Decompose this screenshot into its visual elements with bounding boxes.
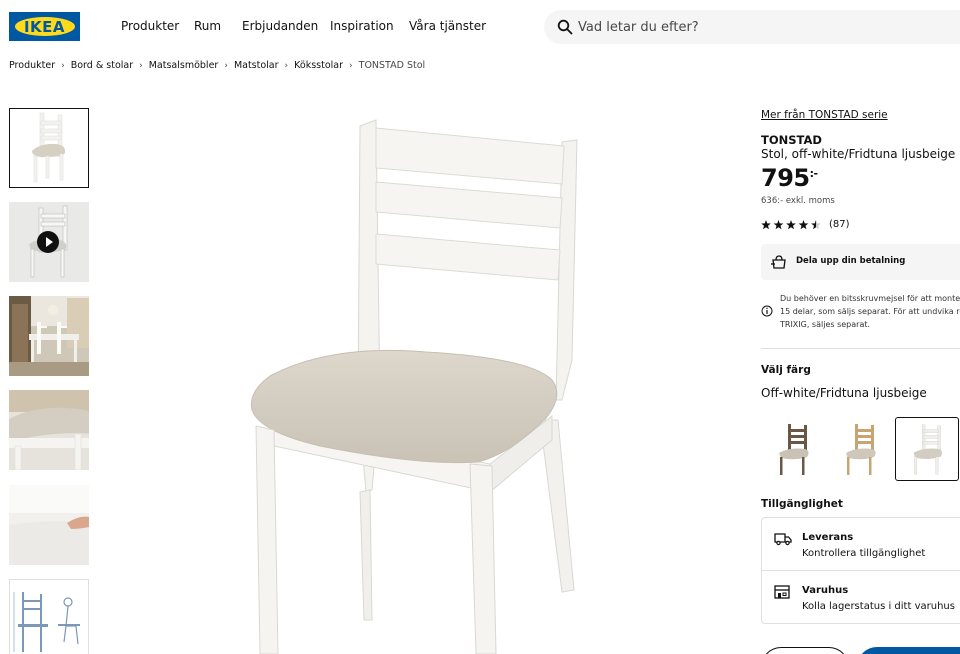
delivery-row[interactable]: Leverans Kontrollera tillgänglighet bbox=[762, 518, 960, 568]
breadcrumb-item[interactable]: Produkter bbox=[9, 60, 55, 71]
delivery-subtitle[interactable]: Kontrollera tillgänglighet bbox=[802, 548, 925, 559]
chevron-right-icon: › bbox=[284, 60, 289, 71]
thumbnail-seat-closeup[interactable] bbox=[9, 390, 89, 470]
chevron-right-icon: › bbox=[139, 60, 143, 71]
chair-off-white-swatch-image bbox=[913, 424, 943, 475]
nav-inspiration[interactable]: Inspiration bbox=[330, 19, 394, 33]
thumbnail-dimensions[interactable] bbox=[9, 579, 89, 654]
play-triangle bbox=[46, 237, 53, 247]
availability-box: Leverans Kontrollera tillgänglighet Varu… bbox=[761, 517, 960, 624]
color-swatch-off-white[interactable] bbox=[895, 417, 959, 481]
product-name: TONSTAD bbox=[761, 133, 822, 147]
thumbnail-chair-front[interactable] bbox=[9, 108, 89, 188]
breadcrumb-current: TONSTAD Stol bbox=[358, 60, 426, 71]
logo-oval: IKEA bbox=[14, 17, 75, 36]
main-product-image[interactable] bbox=[200, 100, 720, 654]
payment-split-label: Dela upp din betalning bbox=[796, 256, 906, 266]
dining-room-image bbox=[9, 296, 89, 376]
nav-vara-tjanster[interactable]: Våra tjänster bbox=[409, 19, 486, 33]
breadcrumb-item[interactable]: Bord & stolar bbox=[71, 60, 133, 71]
secondary-button[interactable] bbox=[761, 647, 849, 654]
color-label: Välj färg bbox=[761, 364, 811, 376]
logo-text: IKEA bbox=[23, 17, 66, 36]
breadcrumb-item[interactable]: Matsalsmöbler bbox=[149, 60, 219, 71]
play-icon[interactable] bbox=[37, 231, 59, 253]
foam-closeup-image bbox=[9, 485, 89, 565]
availability-label: Tillgänglighet bbox=[761, 498, 843, 510]
price-suffix: :- bbox=[809, 167, 818, 180]
payment-split-box[interactable]: Dela upp din betalning bbox=[761, 244, 960, 280]
product-description: Stol, off-white/Fridtuna ljusbeige bbox=[761, 147, 956, 161]
chair-image bbox=[250, 119, 578, 654]
divider bbox=[761, 348, 960, 349]
chevron-right-icon: › bbox=[224, 60, 228, 71]
color-swatch-brown[interactable] bbox=[761, 417, 825, 481]
store-subtitle[interactable]: Kolla lagerstatus i ditt varuhus bbox=[802, 601, 955, 612]
add-to-cart-button[interactable] bbox=[857, 647, 960, 654]
shopping-bag-icon bbox=[771, 255, 786, 269]
site-header: IKEA Produkter Rum Erbjudanden Inspirati… bbox=[0, 0, 960, 52]
rating[interactable]: (87) bbox=[761, 219, 850, 230]
color-value: Off-white/Fridtuna ljusbeige bbox=[761, 386, 927, 400]
assembly-info-text: Du behöver en bitsskruvmejsel för att mo… bbox=[780, 292, 960, 331]
star-rating bbox=[761, 219, 821, 230]
breadcrumb-item[interactable]: Köksstolar bbox=[294, 60, 343, 71]
chair-oak-swatch-image bbox=[846, 424, 876, 475]
info-line: 15 delar, som säljs separat. För att und… bbox=[780, 307, 960, 316]
price-value: 795 bbox=[761, 164, 810, 192]
nav-produkter[interactable]: Produkter bbox=[121, 19, 179, 33]
dimensions-drawing-image bbox=[10, 580, 88, 654]
delivery-title: Leverans bbox=[802, 532, 854, 543]
chevron-right-icon: › bbox=[61, 60, 65, 71]
seat-closeup-image bbox=[9, 390, 89, 470]
truck-icon bbox=[774, 533, 792, 546]
chevron-right-icon: › bbox=[349, 60, 353, 71]
breadcrumb-item[interactable]: Matstolar bbox=[234, 60, 279, 71]
thumbnail-foam-closeup[interactable] bbox=[9, 485, 89, 565]
info-line: TRIXIG, säljes separat. bbox=[780, 320, 871, 329]
store-row[interactable]: Varuhus Kolla lagerstatus i ditt varuhus bbox=[762, 570, 960, 620]
thumbnail-dining-room[interactable] bbox=[9, 296, 89, 376]
store-title: Varuhus bbox=[802, 585, 849, 596]
price-ex-vat: 636:- exkl. moms bbox=[761, 196, 835, 206]
store-icon bbox=[774, 585, 790, 599]
nav-rum[interactable]: Rum bbox=[194, 19, 221, 33]
nav-erbjudanden[interactable]: Erbjudanden bbox=[242, 19, 318, 33]
series-link[interactable]: Mer från TONSTAD serie bbox=[761, 109, 888, 121]
search-icon[interactable] bbox=[557, 19, 573, 35]
info-line: Du behöver en bitsskruvmejsel för att mo… bbox=[780, 294, 960, 303]
search-bar[interactable] bbox=[544, 10, 960, 44]
chair-brown-swatch-image bbox=[779, 424, 809, 475]
breadcrumb: Produkter › Bord & stolar › Matsalsmöble… bbox=[9, 60, 425, 71]
price: 795:- bbox=[761, 164, 818, 192]
rating-count[interactable]: (87) bbox=[829, 219, 850, 230]
color-swatch-oak[interactable] bbox=[828, 417, 892, 481]
stars-icon bbox=[761, 219, 821, 229]
ikea-logo[interactable]: IKEA bbox=[9, 12, 80, 41]
chair-thumbnail-image bbox=[10, 109, 88, 187]
info-icon bbox=[761, 305, 773, 317]
search-input[interactable] bbox=[578, 10, 958, 44]
